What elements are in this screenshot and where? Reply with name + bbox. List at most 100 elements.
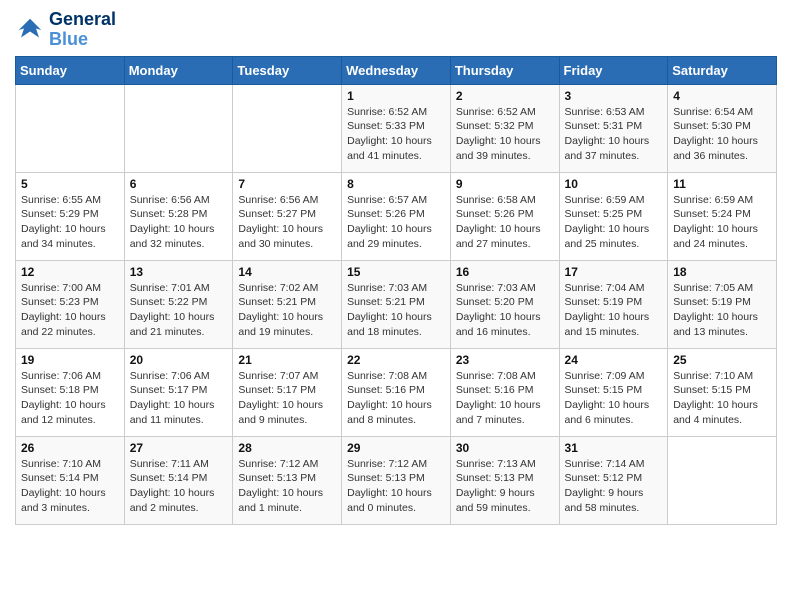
page-header: General Blue <box>15 10 777 50</box>
day-info: Sunrise: 7:13 AM Sunset: 5:13 PM Dayligh… <box>456 457 554 516</box>
day-info: Sunrise: 7:12 AM Sunset: 5:13 PM Dayligh… <box>347 457 445 516</box>
day-number: 26 <box>21 441 119 455</box>
day-info: Sunrise: 7:01 AM Sunset: 5:22 PM Dayligh… <box>130 281 228 340</box>
calendar-cell <box>16 84 125 172</box>
day-info: Sunrise: 7:06 AM Sunset: 5:17 PM Dayligh… <box>130 369 228 428</box>
day-info: Sunrise: 6:52 AM Sunset: 5:33 PM Dayligh… <box>347 105 445 164</box>
day-info: Sunrise: 6:57 AM Sunset: 5:26 PM Dayligh… <box>347 193 445 252</box>
day-number: 4 <box>673 89 771 103</box>
day-info: Sunrise: 7:06 AM Sunset: 5:18 PM Dayligh… <box>21 369 119 428</box>
calendar-cell: 13 Sunrise: 7:01 AM Sunset: 5:22 PM Dayli… <box>124 260 233 348</box>
calendar-week-row: 26 Sunrise: 7:10 AM Sunset: 5:14 PM Dayli… <box>16 436 777 524</box>
calendar-cell: 21 Sunrise: 7:07 AM Sunset: 5:17 PM Dayli… <box>233 348 342 436</box>
day-number: 17 <box>565 265 663 279</box>
day-number: 22 <box>347 353 445 367</box>
day-number: 27 <box>130 441 228 455</box>
calendar-week-row: 19 Sunrise: 7:06 AM Sunset: 5:18 PM Dayli… <box>16 348 777 436</box>
day-info: Sunrise: 6:53 AM Sunset: 5:31 PM Dayligh… <box>565 105 663 164</box>
calendar-cell: 6 Sunrise: 6:56 AM Sunset: 5:28 PM Daylig… <box>124 172 233 260</box>
calendar-cell: 30 Sunrise: 7:13 AM Sunset: 5:13 PM Dayli… <box>450 436 559 524</box>
day-number: 10 <box>565 177 663 191</box>
calendar-cell: 18 Sunrise: 7:05 AM Sunset: 5:19 PM Dayli… <box>668 260 777 348</box>
calendar-cell: 7 Sunrise: 6:56 AM Sunset: 5:27 PM Daylig… <box>233 172 342 260</box>
day-info: Sunrise: 6:59 AM Sunset: 5:24 PM Dayligh… <box>673 193 771 252</box>
day-number: 24 <box>565 353 663 367</box>
calendar-cell: 16Sunrise: 7:03 AM Sunset: 5:20 PM Dayli… <box>450 260 559 348</box>
day-info: Sunrise: 7:08 AM Sunset: 5:16 PM Dayligh… <box>347 369 445 428</box>
calendar-table: SundayMondayTuesdayWednesdayThursdayFrid… <box>15 56 777 525</box>
day-info: Sunrise: 7:14 AM Sunset: 5:12 PM Dayligh… <box>565 457 663 516</box>
day-info: Sunrise: 7:02 AM Sunset: 5:21 PM Dayligh… <box>238 281 336 340</box>
day-number: 2 <box>456 89 554 103</box>
day-number: 12 <box>21 265 119 279</box>
calendar-cell: 12Sunrise: 7:00 AM Sunset: 5:23 PM Dayli… <box>16 260 125 348</box>
calendar-cell: 14 Sunrise: 7:02 AM Sunset: 5:21 PM Dayli… <box>233 260 342 348</box>
calendar-cell: 25 Sunrise: 7:10 AM Sunset: 5:15 PM Dayli… <box>668 348 777 436</box>
calendar-cell: 26 Sunrise: 7:10 AM Sunset: 5:14 PM Dayli… <box>16 436 125 524</box>
calendar-cell: 8 Sunrise: 6:57 AM Sunset: 5:26 PM Daylig… <box>342 172 451 260</box>
calendar-week-row: 5Sunrise: 6:55 AM Sunset: 5:29 PM Daylig… <box>16 172 777 260</box>
day-info: Sunrise: 6:58 AM Sunset: 5:26 PM Dayligh… <box>456 193 554 252</box>
calendar-header-row: SundayMondayTuesdayWednesdayThursdayFrid… <box>16 56 777 84</box>
day-number: 11 <box>673 177 771 191</box>
day-number: 9 <box>456 177 554 191</box>
day-info: Sunrise: 6:56 AM Sunset: 5:28 PM Dayligh… <box>130 193 228 252</box>
day-number: 30 <box>456 441 554 455</box>
day-number: 20 <box>130 353 228 367</box>
day-info: Sunrise: 7:10 AM Sunset: 5:15 PM Dayligh… <box>673 369 771 428</box>
day-header-sunday: Sunday <box>16 56 125 84</box>
calendar-cell: 3Sunrise: 6:53 AM Sunset: 5:31 PM Daylig… <box>559 84 668 172</box>
day-number: 18 <box>673 265 771 279</box>
calendar-cell: 22 Sunrise: 7:08 AM Sunset: 5:16 PM Dayli… <box>342 348 451 436</box>
calendar-cell: 1Sunrise: 6:52 AM Sunset: 5:33 PM Daylig… <box>342 84 451 172</box>
calendar-cell <box>233 84 342 172</box>
logo: General Blue <box>15 10 116 50</box>
calendar-cell: 27 Sunrise: 7:11 AM Sunset: 5:14 PM Dayli… <box>124 436 233 524</box>
day-header-thursday: Thursday <box>450 56 559 84</box>
calendar-cell: 23Sunrise: 7:08 AM Sunset: 5:16 PM Dayli… <box>450 348 559 436</box>
day-number: 8 <box>347 177 445 191</box>
day-info: Sunrise: 7:10 AM Sunset: 5:14 PM Dayligh… <box>21 457 119 516</box>
day-info: Sunrise: 6:55 AM Sunset: 5:29 PM Dayligh… <box>21 193 119 252</box>
day-info: Sunrise: 7:09 AM Sunset: 5:15 PM Dayligh… <box>565 369 663 428</box>
calendar-cell: 20 Sunrise: 7:06 AM Sunset: 5:17 PM Dayli… <box>124 348 233 436</box>
calendar-cell: 11 Sunrise: 6:59 AM Sunset: 5:24 PM Dayli… <box>668 172 777 260</box>
calendar-week-row: 12Sunrise: 7:00 AM Sunset: 5:23 PM Dayli… <box>16 260 777 348</box>
calendar-cell: 15 Sunrise: 7:03 AM Sunset: 5:21 PM Dayli… <box>342 260 451 348</box>
day-number: 25 <box>673 353 771 367</box>
day-number: 31 <box>565 441 663 455</box>
day-header-monday: Monday <box>124 56 233 84</box>
day-info: Sunrise: 6:52 AM Sunset: 5:32 PM Dayligh… <box>456 105 554 164</box>
calendar-cell: 10 Sunrise: 6:59 AM Sunset: 5:25 PM Dayli… <box>559 172 668 260</box>
day-header-wednesday: Wednesday <box>342 56 451 84</box>
day-info: Sunrise: 7:07 AM Sunset: 5:17 PM Dayligh… <box>238 369 336 428</box>
day-number: 7 <box>238 177 336 191</box>
calendar-cell: 31 Sunrise: 7:14 AM Sunset: 5:12 PM Dayli… <box>559 436 668 524</box>
calendar-cell: 2 Sunrise: 6:52 AM Sunset: 5:32 PM Daylig… <box>450 84 559 172</box>
day-number: 21 <box>238 353 336 367</box>
calendar-cell: 5Sunrise: 6:55 AM Sunset: 5:29 PM Daylig… <box>16 172 125 260</box>
day-info: Sunrise: 6:59 AM Sunset: 5:25 PM Dayligh… <box>565 193 663 252</box>
day-info: Sunrise: 7:12 AM Sunset: 5:13 PM Dayligh… <box>238 457 336 516</box>
logo-text: General Blue <box>49 10 116 50</box>
calendar-cell: 19 Sunrise: 7:06 AM Sunset: 5:18 PM Dayli… <box>16 348 125 436</box>
calendar-cell: 9 Sunrise: 6:58 AM Sunset: 5:26 PM Daylig… <box>450 172 559 260</box>
day-header-tuesday: Tuesday <box>233 56 342 84</box>
day-info: Sunrise: 7:08 AM Sunset: 5:16 PM Dayligh… <box>456 369 554 428</box>
day-header-saturday: Saturday <box>668 56 777 84</box>
day-number: 14 <box>238 265 336 279</box>
day-number: 15 <box>347 265 445 279</box>
day-info: Sunrise: 6:56 AM Sunset: 5:27 PM Dayligh… <box>238 193 336 252</box>
day-number: 13 <box>130 265 228 279</box>
day-number: 19 <box>21 353 119 367</box>
calendar-week-row: 1Sunrise: 6:52 AM Sunset: 5:33 PM Daylig… <box>16 84 777 172</box>
day-info: Sunrise: 7:03 AM Sunset: 5:20 PM Dayligh… <box>456 281 554 340</box>
calendar-cell <box>668 436 777 524</box>
day-header-friday: Friday <box>559 56 668 84</box>
day-info: Sunrise: 7:05 AM Sunset: 5:19 PM Dayligh… <box>673 281 771 340</box>
day-info: Sunrise: 7:11 AM Sunset: 5:14 PM Dayligh… <box>130 457 228 516</box>
calendar-cell: 28Sunrise: 7:12 AM Sunset: 5:13 PM Dayli… <box>233 436 342 524</box>
day-info: Sunrise: 7:04 AM Sunset: 5:19 PM Dayligh… <box>565 281 663 340</box>
day-info: Sunrise: 7:03 AM Sunset: 5:21 PM Dayligh… <box>347 281 445 340</box>
day-number: 6 <box>130 177 228 191</box>
